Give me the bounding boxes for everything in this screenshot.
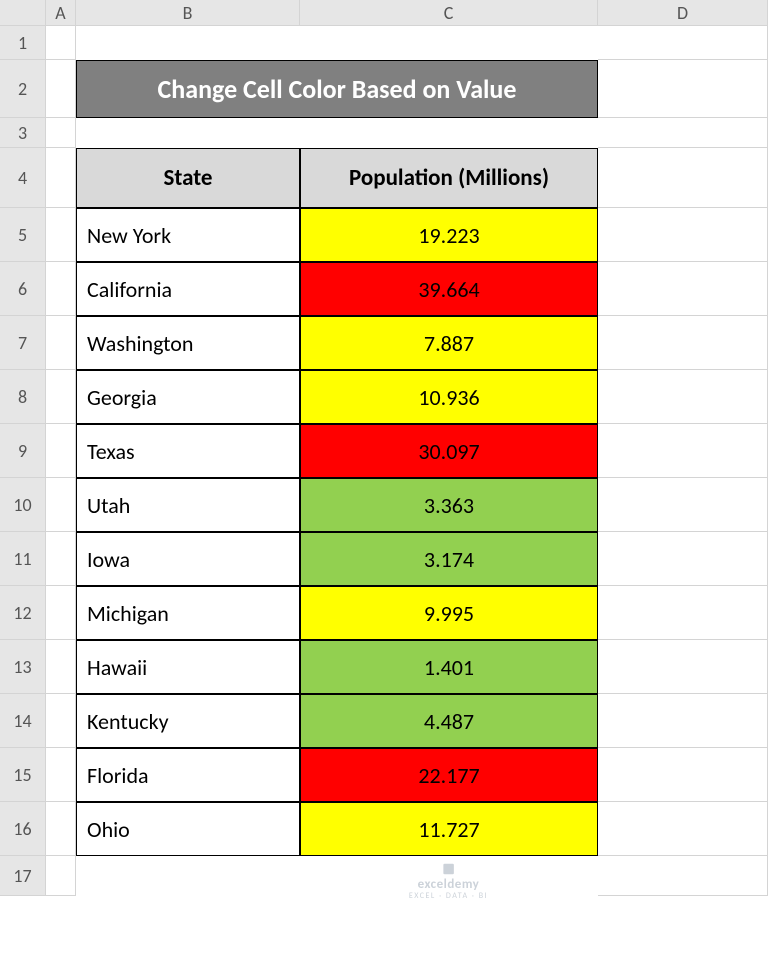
row-header-9[interactable]: 9 bbox=[0, 424, 46, 478]
cell-a2[interactable] bbox=[46, 60, 76, 118]
cell-d17[interactable] bbox=[598, 856, 768, 896]
row-header-2[interactable]: 2 bbox=[0, 60, 46, 118]
state-cell[interactable]: Hawaii bbox=[76, 640, 300, 694]
row-header-3[interactable]: 3 bbox=[0, 118, 46, 148]
state-cell[interactable]: Georgia bbox=[76, 370, 300, 424]
cell-a12[interactable] bbox=[46, 586, 76, 640]
cell-b1[interactable] bbox=[76, 26, 300, 60]
state-cell[interactable]: Utah bbox=[76, 478, 300, 532]
cell-a6[interactable] bbox=[46, 262, 76, 316]
col-header-D[interactable]: D bbox=[598, 0, 768, 26]
cell-a15[interactable] bbox=[46, 748, 76, 802]
row-header-4[interactable]: 4 bbox=[0, 148, 46, 208]
population-cell[interactable]: 19.223 bbox=[300, 208, 598, 262]
population-cell[interactable]: 10.936 bbox=[300, 370, 598, 424]
population-cell[interactable]: 30.097 bbox=[300, 424, 598, 478]
cell-a7[interactable] bbox=[46, 316, 76, 370]
row-header-16[interactable]: 16 bbox=[0, 802, 46, 856]
cell-d10[interactable] bbox=[598, 478, 768, 532]
state-cell[interactable]: Washington bbox=[76, 316, 300, 370]
population-cell[interactable]: 22.177 bbox=[300, 748, 598, 802]
population-cell[interactable]: 1.401 bbox=[300, 640, 598, 694]
row-header-5[interactable]: 5 bbox=[0, 208, 46, 262]
col-header-B[interactable]: B bbox=[76, 0, 300, 26]
population-cell[interactable]: 3.174 bbox=[300, 532, 598, 586]
row-header-17[interactable]: 17 bbox=[0, 856, 46, 896]
population-cell[interactable]: 3.363 bbox=[300, 478, 598, 532]
cell-a10[interactable] bbox=[46, 478, 76, 532]
corner-cell[interactable] bbox=[0, 0, 46, 26]
population-cell[interactable]: 39.664 bbox=[300, 262, 598, 316]
cell-d2[interactable] bbox=[598, 60, 768, 118]
cell-c17[interactable]: exceldemyEXCEL · DATA · BI bbox=[300, 856, 598, 896]
cell-d5[interactable] bbox=[598, 208, 768, 262]
cell-a5[interactable] bbox=[46, 208, 76, 262]
row-header-1[interactable]: 1 bbox=[0, 26, 46, 60]
cell-c3[interactable] bbox=[300, 118, 598, 148]
state-cell[interactable]: Florida bbox=[76, 748, 300, 802]
cell-b17[interactable] bbox=[76, 856, 300, 896]
excel-icon bbox=[441, 862, 455, 876]
row-header-14[interactable]: 14 bbox=[0, 694, 46, 748]
population-cell[interactable]: 9.995 bbox=[300, 586, 598, 640]
state-cell[interactable]: Kentucky bbox=[76, 694, 300, 748]
cell-a13[interactable] bbox=[46, 640, 76, 694]
population-cell[interactable]: 11.727 bbox=[300, 802, 598, 856]
row-header-7[interactable]: 7 bbox=[0, 316, 46, 370]
col-header-A[interactable]: A bbox=[46, 0, 76, 26]
cell-a16[interactable] bbox=[46, 802, 76, 856]
spreadsheet-grid[interactable]: ABCD12Change Cell Color Based on Value34… bbox=[0, 0, 768, 896]
cell-d13[interactable] bbox=[598, 640, 768, 694]
cell-b3[interactable] bbox=[76, 118, 300, 148]
cell-a8[interactable] bbox=[46, 370, 76, 424]
cell-d1[interactable] bbox=[598, 26, 768, 60]
state-cell[interactable]: Ohio bbox=[76, 802, 300, 856]
cell-d9[interactable] bbox=[598, 424, 768, 478]
state-cell[interactable]: Texas bbox=[76, 424, 300, 478]
cell-d7[interactable] bbox=[598, 316, 768, 370]
cell-a1[interactable] bbox=[46, 26, 76, 60]
population-cell[interactable]: 7.887 bbox=[300, 316, 598, 370]
state-cell[interactable]: Iowa bbox=[76, 532, 300, 586]
row-header-10[interactable]: 10 bbox=[0, 478, 46, 532]
col-header-C[interactable]: C bbox=[300, 0, 598, 26]
row-header-12[interactable]: 12 bbox=[0, 586, 46, 640]
cell-a11[interactable] bbox=[46, 532, 76, 586]
state-cell[interactable]: California bbox=[76, 262, 300, 316]
cell-a17[interactable] bbox=[46, 856, 76, 896]
cell-d12[interactable] bbox=[598, 586, 768, 640]
row-header-15[interactable]: 15 bbox=[0, 748, 46, 802]
cell-d3[interactable] bbox=[598, 118, 768, 148]
cell-a14[interactable] bbox=[46, 694, 76, 748]
header-state: State bbox=[76, 148, 300, 208]
cell-a9[interactable] bbox=[46, 424, 76, 478]
cell-d14[interactable] bbox=[598, 694, 768, 748]
title-cell: Change Cell Color Based on Value bbox=[76, 60, 598, 118]
cell-d6[interactable] bbox=[598, 262, 768, 316]
cell-d15[interactable] bbox=[598, 748, 768, 802]
cell-a3[interactable] bbox=[46, 118, 76, 148]
cell-c1[interactable] bbox=[300, 26, 598, 60]
row-header-11[interactable]: 11 bbox=[0, 532, 46, 586]
state-cell[interactable]: Michigan bbox=[76, 586, 300, 640]
cell-d16[interactable] bbox=[598, 802, 768, 856]
header-population: Population (Millions) bbox=[300, 148, 598, 208]
watermark: exceldemyEXCEL · DATA · BI bbox=[409, 862, 488, 901]
cell-d4[interactable] bbox=[598, 148, 768, 208]
watermark-tagline: EXCEL · DATA · BI bbox=[409, 892, 488, 901]
row-header-6[interactable]: 6 bbox=[0, 262, 46, 316]
cell-a4[interactable] bbox=[46, 148, 76, 208]
row-header-13[interactable]: 13 bbox=[0, 640, 46, 694]
watermark-brand: exceldemy bbox=[418, 878, 480, 892]
state-cell[interactable]: New York bbox=[76, 208, 300, 262]
row-header-8[interactable]: 8 bbox=[0, 370, 46, 424]
cell-d8[interactable] bbox=[598, 370, 768, 424]
population-cell[interactable]: 4.487 bbox=[300, 694, 598, 748]
cell-d11[interactable] bbox=[598, 532, 768, 586]
